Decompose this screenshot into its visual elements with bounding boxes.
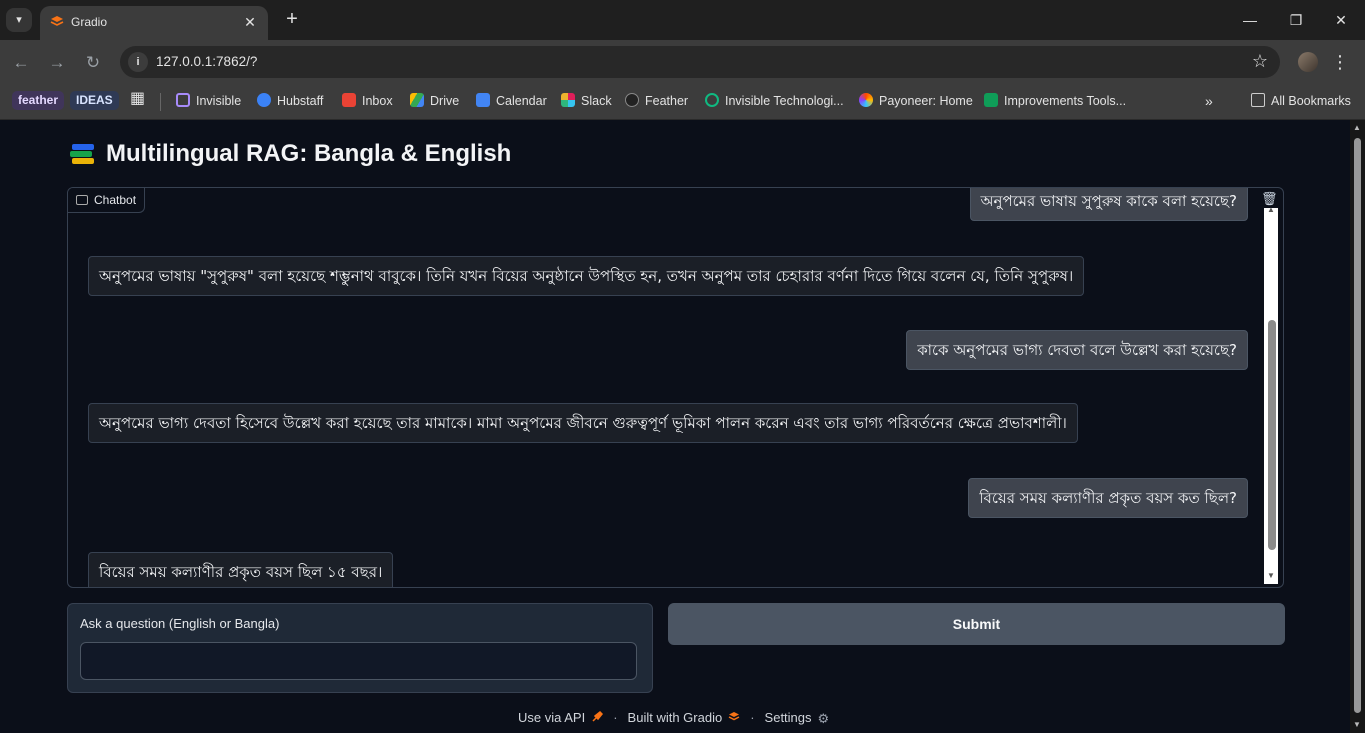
new-tab-button[interactable]: +: [281, 8, 303, 30]
gear-icon: ⚙: [817, 711, 830, 726]
bookmark-calendar[interactable]: Calendar: [476, 92, 547, 110]
question-label: Ask a question (English or Bangla): [80, 616, 280, 631]
close-window-button[interactable]: ✕: [1326, 6, 1356, 34]
back-icon[interactable]: ←: [10, 52, 32, 74]
question-input[interactable]: [80, 642, 637, 680]
bookmark-invisible[interactable]: Invisible: [176, 92, 241, 110]
bookmark-feather-pill[interactable]: feather: [12, 91, 65, 110]
page-scrollbar[interactable]: ▲ ▼: [1350, 120, 1365, 733]
gradio-logo-icon: [50, 16, 64, 26]
reload-icon[interactable]: ↻: [82, 52, 104, 74]
gradio-logo-icon: [728, 712, 740, 721]
tab-search-button[interactable]: ▾: [6, 8, 32, 32]
user-message: কাকে অনুপমের ভাগ্য দেবতা বলে উল্লেখ করা …: [906, 330, 1248, 370]
user-message: বিয়ের সময় কল্যাণীর প্রকৃত বয়স কত ছিল?: [968, 478, 1248, 518]
bot-message: অনুপমের ভাষায় "সুপুরুষ" বলা হয়েছে শম্ভ…: [88, 256, 1085, 296]
user-message: অনুপমের ভাষায় সুপুরুষ কাকে বলা হয়েছে?: [969, 188, 1248, 221]
bookmark-improvements-tools[interactable]: Improvements Tools...: [984, 92, 1126, 110]
bookmark-inbox[interactable]: Inbox: [342, 92, 393, 110]
page-title: Multilingual RAG: Bangla & English: [70, 140, 511, 168]
feather-icon: [625, 93, 639, 107]
site-info-icon[interactable]: i: [128, 52, 148, 72]
rocket-icon: [592, 711, 604, 722]
scroll-down-icon[interactable]: ▼: [1353, 720, 1361, 729]
invisible-technologies-icon: [705, 93, 719, 107]
bookmarks-bar: feather IDEAS ▦ Invisible Hubstaff Inbox…: [0, 85, 1365, 120]
trash-icon[interactable]: 🗑: [1261, 191, 1278, 207]
minimize-button[interactable]: —: [1235, 6, 1265, 34]
invisible-icon: [176, 93, 190, 107]
slack-icon: [561, 93, 575, 107]
settings-link[interactable]: Settings ⚙: [765, 710, 830, 725]
built-with-gradio-link[interactable]: Built with Gradio: [628, 710, 741, 725]
tab-gradio[interactable]: Gradio ✕: [40, 6, 268, 40]
bookmark-drive[interactable]: Drive: [410, 92, 459, 110]
forward-icon[interactable]: →: [46, 52, 68, 74]
bookmark-slack[interactable]: Slack: [561, 92, 612, 110]
more-menu-icon[interactable]: ⋮: [1330, 50, 1350, 74]
chatbot-panel[interactable]: Chatbot 🗑 অনুপমের ভাষায় সুপুরুষ কাকে বল…: [67, 187, 1284, 588]
bookmark-feather[interactable]: Feather: [625, 92, 688, 110]
folder-icon: [1251, 93, 1265, 107]
page-scroll-thumb[interactable]: [1354, 138, 1361, 713]
hubstaff-icon: [257, 93, 271, 107]
tab-title: Gradio: [71, 15, 108, 29]
bookmark-hubstaff[interactable]: Hubstaff: [257, 92, 323, 110]
bot-message: অনুপমের ভাগ্য দেবতা হিসেবে উল্লেখ করা হয…: [88, 403, 1078, 443]
profile-avatar[interactable]: [1298, 52, 1318, 72]
bookmarks-overflow-icon[interactable]: »: [1205, 92, 1213, 110]
bookmark-payoneer[interactable]: Payoneer: Home: [859, 92, 973, 110]
browser-toolbar: ← → ↻ i 127.0.0.1:7862/? ☆ ⋮: [0, 40, 1365, 85]
close-tab-icon[interactable]: ✕: [240, 12, 260, 32]
chat-bubble-icon: [76, 195, 88, 205]
chat-scroll-thumb[interactable]: [1268, 320, 1276, 550]
scroll-up-icon[interactable]: ▲: [1353, 123, 1361, 132]
calendar-icon: [476, 93, 490, 107]
footer: Use via API · Built with Gradio · Settin…: [518, 710, 830, 726]
scroll-down-icon[interactable]: ▼: [1267, 571, 1275, 580]
address-bar[interactable]: i 127.0.0.1:7862/? ☆: [120, 46, 1280, 78]
bookmark-ideas-pill[interactable]: IDEAS: [70, 91, 119, 110]
bot-message: বিয়ের সময় কল্যাণীর প্রকৃত বয়স ছিল ১৫ …: [88, 552, 394, 587]
apps-grid-icon[interactable]: ▦: [130, 90, 145, 108]
bookmark-separator: [160, 93, 161, 111]
bookmark-star-icon[interactable]: ☆: [1252, 51, 1268, 72]
drive-icon: [410, 93, 424, 107]
bookmark-invisible-technologies[interactable]: Invisible Technologi...: [705, 92, 844, 110]
sheets-icon: [984, 93, 998, 107]
gmail-icon: [342, 93, 356, 107]
books-icon: [70, 141, 96, 167]
chat-scrollbar[interactable]: ▲ ▼: [1264, 205, 1278, 584]
tab-strip: ▾ Gradio ✕ + — ❐ ✕: [0, 0, 1365, 40]
all-bookmarks[interactable]: All Bookmarks: [1251, 92, 1351, 110]
use-via-api-link[interactable]: Use via API: [518, 710, 604, 725]
question-box: Ask a question (English or Bangla): [67, 603, 653, 693]
chatbot-label: Chatbot: [68, 188, 146, 213]
gradio-page: Multilingual RAG: Bangla & English Chatb…: [0, 120, 1350, 733]
restore-button[interactable]: ❐: [1281, 6, 1311, 34]
url-text[interactable]: 127.0.0.1:7862/?: [156, 54, 257, 69]
submit-button[interactable]: Submit: [668, 603, 1285, 645]
payoneer-icon: [859, 93, 873, 107]
